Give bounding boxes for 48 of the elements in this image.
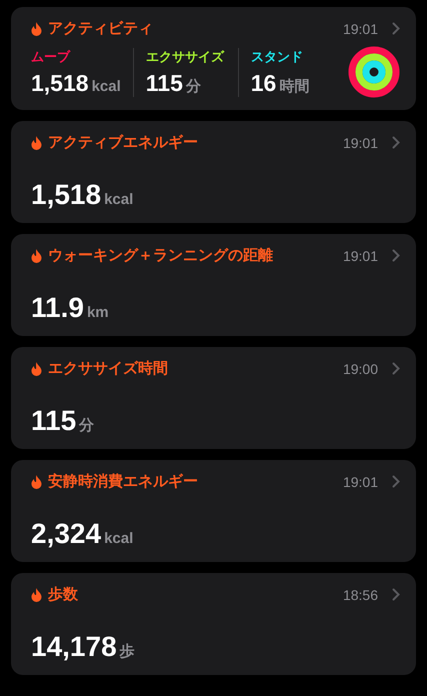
timestamp: 19:01 — [342, 248, 378, 264]
flame-icon — [31, 22, 42, 36]
metric-card[interactable]: ウォーキング＋ランニングの距離 19:01 11.9 km — [11, 234, 416, 336]
metric-value: 16 — [250, 70, 276, 96]
metric-unit: 分 — [186, 76, 201, 96]
card-title: 安静時消費エネルギー — [48, 472, 199, 491]
metric-card[interactable]: アクティブエネルギー 19:01 1,518 kcal — [11, 121, 416, 223]
metric-label: スタンド — [250, 48, 304, 66]
chevron-icon[interactable] — [392, 136, 400, 149]
metric-value: 14,178 — [31, 631, 117, 663]
flame-icon — [31, 474, 42, 488]
metric-card[interactable]: エクササイズ時間 19:00 115分 — [11, 347, 416, 449]
metric-value: 115 — [146, 70, 183, 96]
timestamp: 18:56 — [342, 586, 378, 602]
card-title: エクササイズ時間 — [48, 359, 169, 378]
card-title: ウォーキング＋ランニングの距離 — [48, 246, 274, 265]
metric-value: 11.9 — [31, 292, 84, 324]
chevron-icon[interactable] — [392, 475, 400, 488]
metric-unit: kcal — [92, 78, 121, 94]
timestamp: 19:01 — [342, 134, 378, 150]
card-title: 歩数 — [48, 585, 79, 604]
metric-unit: 分 — [79, 416, 94, 435]
flame-icon — [31, 588, 42, 602]
metric-card[interactable]: 歩数 18:56 14,178 歩 — [11, 573, 416, 675]
metric-unit: kcal — [104, 530, 134, 547]
chevron-icon[interactable] — [392, 588, 400, 601]
metric-label: エクササイズ — [146, 48, 226, 66]
flame-icon — [31, 248, 42, 262]
timestamp: 19:00 — [342, 360, 378, 376]
card-title: アクティブエネルギー — [48, 133, 199, 152]
metric-label: ムーブ — [31, 48, 72, 66]
card-title: アクティビティ — [48, 19, 154, 38]
metric-value: 1,518 — [31, 179, 102, 211]
metric-unit: kcal — [104, 191, 134, 208]
metric-value: 2,324 — [31, 518, 102, 550]
chevron-icon[interactable] — [392, 249, 400, 262]
metric-unit: km — [86, 304, 109, 321]
metric-value: 1,518 — [31, 70, 89, 96]
timestamp: 19:01 — [342, 20, 378, 36]
metric-value: 115 — [31, 405, 76, 437]
chevron-icon[interactable] — [392, 362, 400, 375]
metric-card[interactable]: 安静時消費エネルギー 19:01 2,324 kcal — [11, 460, 416, 562]
flame-icon — [31, 362, 42, 376]
timestamp: 19:01 — [342, 474, 378, 490]
chevron-icon[interactable] — [392, 22, 400, 35]
metric-unit: 時間 — [279, 76, 310, 96]
metric-unit: 歩 — [120, 642, 135, 661]
flame-icon — [31, 136, 42, 150]
